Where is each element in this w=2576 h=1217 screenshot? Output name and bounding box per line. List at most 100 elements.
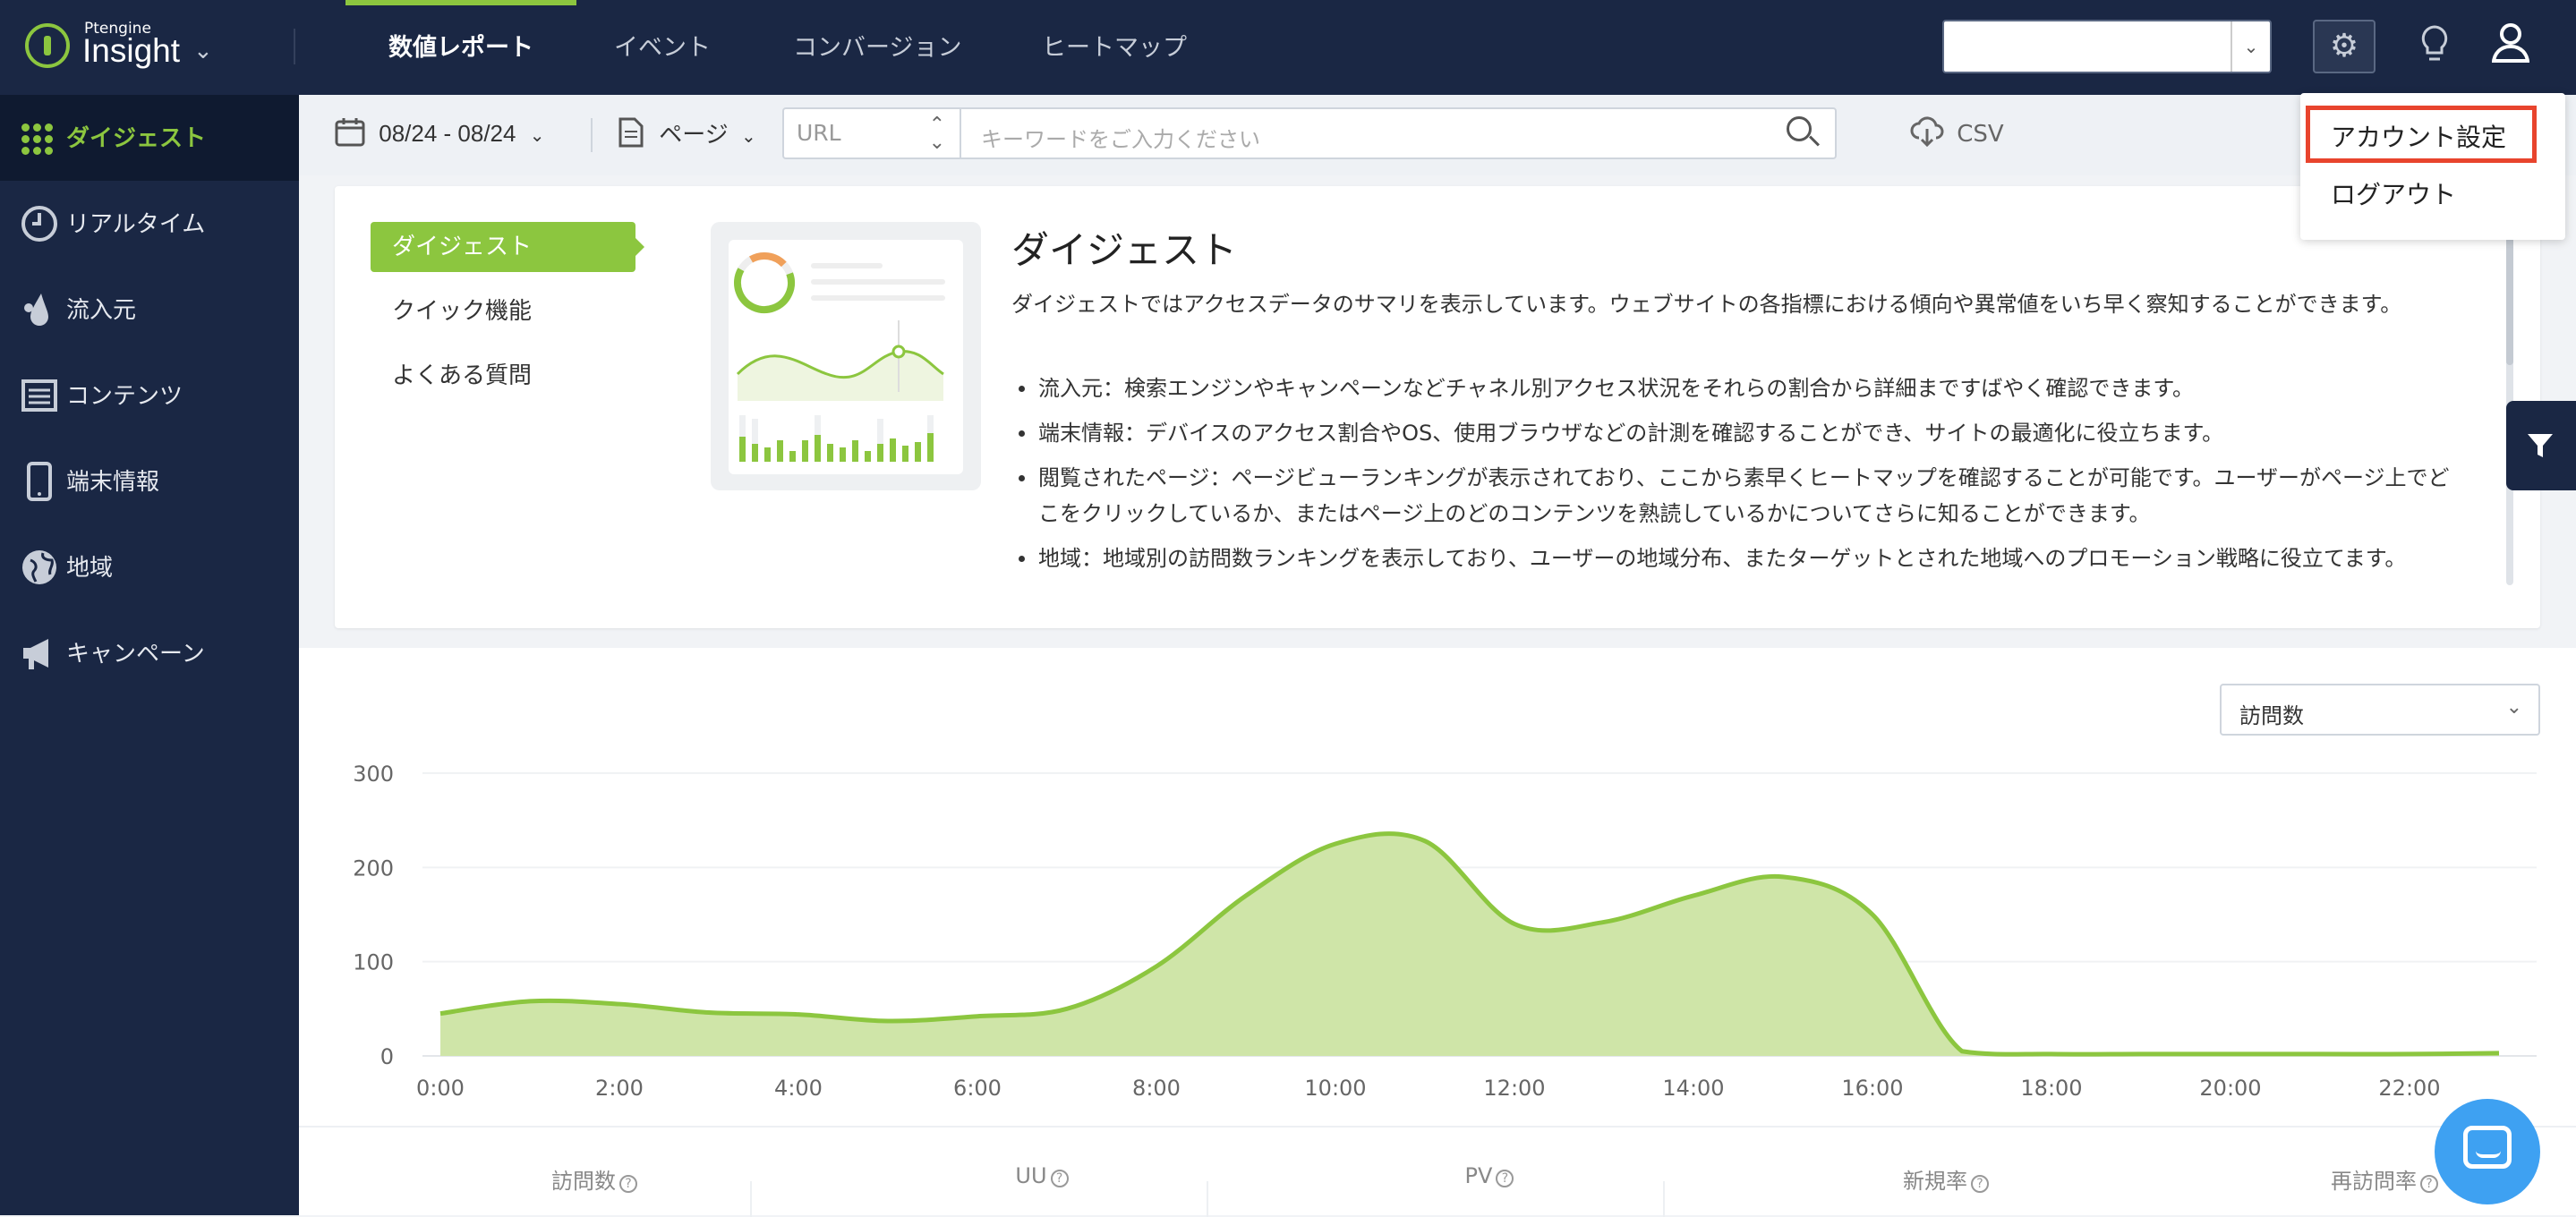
top-bar: Ptengine Insight ⌄ 数値レポート イベント コンバージョン ヒ…	[0, 0, 2576, 95]
account-settings-item[interactable]: アカウント設定	[2331, 118, 2506, 154]
sidebar-item-digest[interactable]: ダイジェスト	[0, 95, 299, 181]
tab-heatmap[interactable]: ヒートマップ	[1042, 0, 1187, 95]
sidebar-item-label: キャンペーン	[66, 610, 205, 696]
megaphone-icon	[20, 634, 59, 673]
sidebar-item-campaign[interactable]: キャンペーン	[0, 610, 299, 696]
chat-bubble-icon	[2463, 1126, 2512, 1169]
url-type-value: URL	[797, 120, 841, 146]
url-type-select[interactable]: URL ⌃⌄	[784, 109, 961, 157]
help-icon[interactable]: ?	[1971, 1175, 1989, 1193]
csv-label: CSV	[1957, 121, 2003, 148]
divider	[591, 118, 593, 152]
divider	[1835, 118, 1837, 152]
stat-visits: 訪問数?	[478, 1163, 711, 1195]
list-item: 閲覧されたページ：ページビューランキングが表示されており、ここから素早くヒートマ…	[1038, 460, 2452, 532]
stat-label: 訪問数	[551, 1169, 616, 1194]
info-bullets: 流入元：検索エンジンやキャンペーンなどチャネル別アクセス状況をそれらの割合から詳…	[1038, 370, 2452, 585]
sidebar-item-region[interactable]: 地域	[0, 524, 299, 610]
drop-icon	[20, 290, 59, 329]
globe-icon	[20, 548, 59, 587]
page-type-select[interactable]: ページ ⌄	[618, 116, 756, 149]
divider	[1207, 1181, 1208, 1217]
x-tick-label: 2:00	[595, 1076, 644, 1101]
x-tick-label: 16:00	[1841, 1076, 1903, 1101]
y-tick-label: 0	[380, 1044, 394, 1069]
x-tick-label: 12:00	[1483, 1076, 1545, 1101]
sidebar-item-label: コンテンツ	[66, 353, 183, 438]
x-tick-label: 6:00	[953, 1076, 1002, 1101]
page-type-label: ページ	[659, 122, 728, 149]
user-icon[interactable]	[2490, 21, 2531, 66]
keyword-input[interactable]: キーワードをご入力ください	[981, 122, 1260, 153]
list-item: 流入元：検索エンジンやキャンペーンなどチャネル別アクセス状況をそれらの割合から詳…	[1038, 370, 2452, 406]
calendar-icon	[335, 116, 365, 147]
filter-side-button[interactable]	[2506, 401, 2576, 490]
app-logo[interactable]: Ptengine Insight ⌄	[21, 18, 227, 81]
y-tick-label: 300	[353, 762, 394, 787]
sort-arrows-icon: ⌃⌄	[929, 116, 945, 152]
chart-panel: 訪問数 ⌄ 01002003000:002:004:006:008:0010:0…	[299, 648, 2576, 1126]
sidebar-item-device[interactable]: 端末情報	[0, 438, 299, 524]
info-description: ダイジェストではアクセスデータのサマリを表示しています。ウェブサイトの各指標にお…	[1011, 286, 2515, 322]
scrollbar[interactable]	[2506, 213, 2513, 585]
visits-area-chart: 0 100 200 300 0:00 2:00 4:00 6:00 8:00 10:00 12:00…	[299, 648, 2576, 1126]
stat-label: 再訪問率	[2331, 1169, 2417, 1194]
lightbulb-icon[interactable]	[2417, 23, 2452, 75]
x-tick-label: 14:00	[1662, 1076, 1724, 1101]
y-tick-label: 200	[353, 855, 394, 881]
help-icon[interactable]: ?	[2420, 1175, 2438, 1193]
chevron-down-icon: ⌄	[530, 126, 545, 146]
url-filter: URL ⌃⌄ キーワードをご入力ください	[782, 107, 1837, 159]
grid-dots-icon	[21, 123, 54, 156]
logo-bulb-icon	[25, 23, 70, 68]
help-icon[interactable]: ?	[1496, 1170, 1514, 1187]
date-range-text: 08/24 - 08/24	[379, 120, 516, 147]
tab-event[interactable]: イベント	[614, 0, 711, 95]
x-tick-label: 10:00	[1304, 1076, 1366, 1101]
sidebar-item-label: 端末情報	[66, 438, 159, 524]
info-tab-quick[interactable]: クイック機能	[371, 286, 635, 336]
info-tab-faq[interactable]: よくある質問	[371, 351, 635, 401]
x-tick-label: 18:00	[2020, 1076, 2082, 1101]
sidebar-item-realtime[interactable]: リアルタイム	[0, 181, 299, 267]
filter-funnel-icon	[2526, 431, 2555, 460]
document-icon	[618, 117, 644, 148]
divider	[750, 1181, 752, 1217]
stat-label: PV	[1465, 1163, 1493, 1188]
sidebar-item-source[interactable]: 流入元	[0, 267, 299, 353]
y-tick-label: 100	[353, 950, 394, 975]
date-range-picker[interactable]: 08/24 - 08/24 ⌄	[335, 116, 544, 148]
logout-item[interactable]: ログアウト	[2331, 175, 2456, 211]
chevron-down-icon: ⌄	[741, 125, 756, 147]
info-card: ダイジェスト クイック機能 よくある質問	[335, 186, 2540, 628]
stats-row: 訪問数? UU? PV? 新規率? 再訪問率?	[299, 1126, 2576, 1215]
site-select[interactable]: ⌄	[1942, 20, 2272, 73]
clock-icon	[20, 204, 59, 243]
filter-bar: 08/24 - 08/24 ⌄ ページ ⌄ URL ⌃⌄ キーワードをご入力くだ…	[299, 95, 2576, 175]
x-tick-label: 22:00	[2378, 1076, 2440, 1101]
divider	[1663, 1181, 1665, 1217]
csv-export-button[interactable]: CSV	[1910, 116, 2004, 148]
logo-brand: Insight	[82, 32, 180, 70]
stat-label: 新規率	[1903, 1169, 1967, 1194]
help-icon[interactable]: ?	[1051, 1170, 1069, 1187]
stat-uu: UU?	[925, 1163, 1158, 1188]
chat-launcher-button[interactable]	[2435, 1099, 2540, 1204]
chevron-down-icon: ⌄	[193, 38, 213, 64]
tab-numeric-report[interactable]: 数値レポート	[388, 0, 533, 95]
x-tick-label: 0:00	[416, 1076, 465, 1101]
tab-conversion[interactable]: コンバージョン	[793, 0, 961, 95]
sidebar-item-label: リアルタイム	[66, 181, 205, 267]
gear-icon[interactable]: ⚙	[2313, 20, 2376, 73]
x-tick-label: 8:00	[1132, 1076, 1181, 1101]
mobile-icon	[20, 462, 59, 501]
list-item: 地域：地域別の訪問数ランキングを表示しており、ユーザーの地域分布、またターゲット…	[1038, 540, 2452, 576]
chevron-down-icon[interactable]: ⌄	[2231, 21, 2270, 72]
sidebar: ダイジェスト リアルタイム 流入元 コンテンツ 端末情報 地域 キャンペーン	[0, 95, 299, 1215]
x-tick-label: 4:00	[774, 1076, 823, 1101]
sidebar-item-content[interactable]: コンテンツ	[0, 353, 299, 438]
search-icon[interactable]	[1787, 116, 1819, 149]
info-tab-digest[interactable]: ダイジェスト	[371, 222, 635, 272]
cloud-download-icon	[1910, 116, 1944, 147]
help-icon[interactable]: ?	[619, 1175, 637, 1193]
